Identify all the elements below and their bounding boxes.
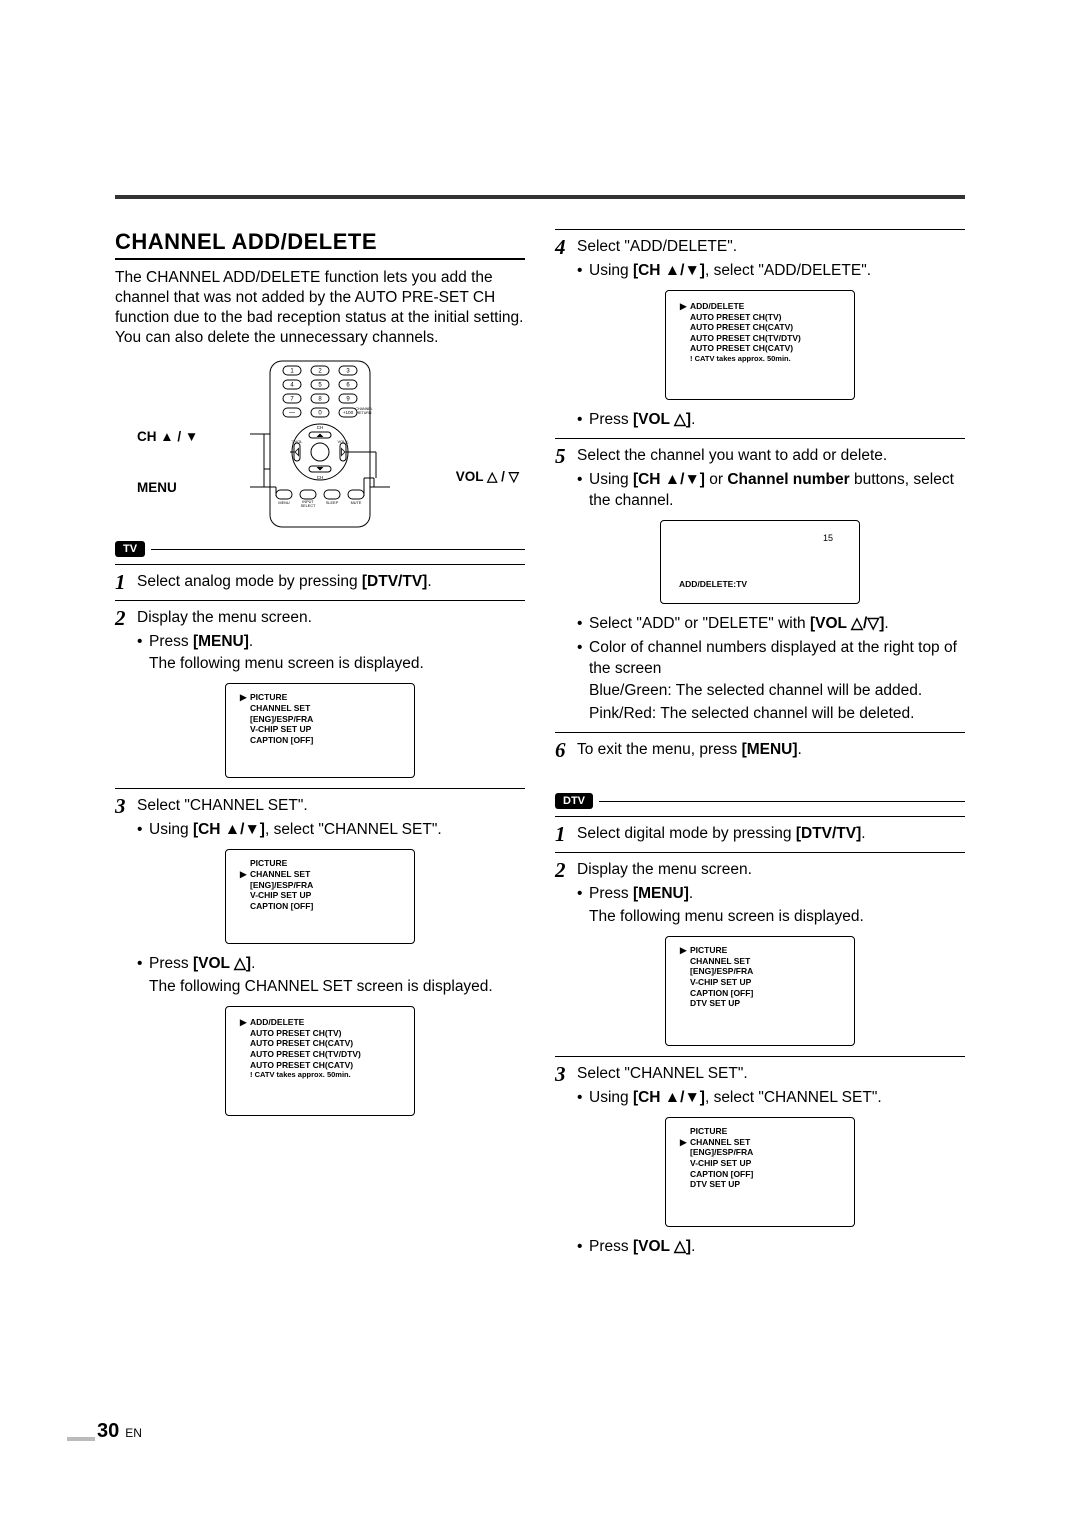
tv-step-4: 4 Select "ADD/DELETE". xyxy=(555,235,965,258)
keycap-vol-up: [VOL △] xyxy=(193,955,251,972)
step-text: Select the channel you want to add or de… xyxy=(577,446,965,467)
osd-menu-dtv: ▶PICTURE CHANNEL SET [ENG]/ESP/FRA V-CHI… xyxy=(665,936,855,1046)
dtv-mode-badge: DTV xyxy=(555,793,593,809)
svg-text:VOL△: VOL△ xyxy=(337,439,349,444)
keycap-vol-up-down: [VOL △/▽] xyxy=(810,615,884,632)
tv-step-6: 6 To exit the menu, press [MENU]. xyxy=(555,738,965,761)
step-number: 6 xyxy=(555,740,577,761)
step-subtext: The following menu screen is displayed. xyxy=(589,907,965,928)
label-menu: MENU xyxy=(137,480,177,495)
osd-label: ADD/DELETE:TV xyxy=(679,579,747,589)
page-number-bar xyxy=(67,1437,95,1441)
page-lang: EN xyxy=(125,1426,142,1440)
svg-text:▽VOL: ▽VOL xyxy=(291,439,303,444)
step-subtext: Pink/Red: The selected channel will be d… xyxy=(589,704,965,725)
step-number: 1 xyxy=(555,824,577,845)
step-number: 4 xyxy=(555,237,577,258)
tv-step-3-sub2: •Press [VOL △]. xyxy=(137,954,525,975)
step-number: 1 xyxy=(115,572,137,593)
osd-menu-dtv-channelset: PICTURE ▶CHANNEL SET [ENG]/ESP/FRA V-CHI… xyxy=(665,1117,855,1227)
keycap-menu: [MENU] xyxy=(742,741,798,758)
page-number-value: 30 xyxy=(97,1420,119,1443)
osd-menu-tv: ▶PICTURE CHANNEL SET [ENG]/ESP/FRA V-CHI… xyxy=(225,683,415,778)
step-text: Select "CHANNEL SET". xyxy=(577,1064,965,1085)
tv-step-3-sub1: •Using [CH ▲/▼], select "CHANNEL SET". xyxy=(137,820,525,841)
step-number: 3 xyxy=(115,796,137,817)
remote-svg: 1 2 3 4 5 6 7 8 9 — 0 +100 CHANNEL RE xyxy=(250,360,390,528)
osd-menu-tv-channelset: PICTURE ▶CHANNEL SET [ENG]/ESP/FRA V-CHI… xyxy=(225,849,415,944)
svg-text:+100: +100 xyxy=(343,410,354,415)
svg-text:CH: CH xyxy=(317,425,324,430)
page-content: CHANNEL ADD/DELETE The CHANNEL ADD/DELET… xyxy=(115,195,965,1260)
label-vol-up-down: VOL △ / ▽ xyxy=(456,469,519,485)
intro-paragraph: The CHANNEL ADD/DELETE function lets you… xyxy=(115,268,525,349)
step-subtext: The following menu screen is displayed. xyxy=(149,654,525,675)
keycap-dtv-tv: [DTV/TV] xyxy=(362,573,427,590)
tv-step-4-sub2: •Press [VOL △]. xyxy=(577,410,965,431)
left-column: CHANNEL ADD/DELETE The CHANNEL ADD/DELET… xyxy=(115,229,525,1260)
tv-step-5-sub2: •Select "ADD" or "DELETE" with [VOL △/▽]… xyxy=(577,614,965,635)
step-rule xyxy=(115,564,525,565)
tv-step-5: 5 Select the channel you want to add or … xyxy=(555,444,965,467)
keycap-ch-arrows: [CH ▲/▼] xyxy=(193,821,265,838)
step-number: 2 xyxy=(115,608,137,629)
dtv-step-2-sub1: •Press [MENU]. xyxy=(577,884,965,905)
step-subtext: The following CHANNEL SET screen is disp… xyxy=(149,977,525,998)
keycap-ch-arrows: [CH ▲/▼] xyxy=(633,262,705,279)
dtv-step-1: 1 Select digital mode by pressing [DTV/T… xyxy=(555,822,965,845)
svg-text:CH: CH xyxy=(317,475,324,480)
tv-mode-badge: TV xyxy=(115,541,145,557)
tv-step-3: 3 Select "CHANNEL SET". xyxy=(115,794,525,817)
step-number: 3 xyxy=(555,1064,577,1085)
tv-step-4-sub1: •Using [CH ▲/▼], select "ADD/DELETE". xyxy=(577,261,965,282)
step-number: 5 xyxy=(555,446,577,467)
svg-text:SLEEP: SLEEP xyxy=(326,501,339,505)
step-text: Display the menu screen. xyxy=(577,860,965,881)
remote-illustration: CH ▲ / ▼ MENU VOL △ / ▽ 1 2 3 4 5 6 7 8 xyxy=(115,359,525,529)
osd-channelset-tv-2: ▶ADD/DELETE AUTO PRESET CH(TV) AUTO PRES… xyxy=(665,290,855,400)
step-text: Select analog mode by pressing xyxy=(137,573,362,590)
section-title: CHANNEL ADD/DELETE xyxy=(115,229,525,260)
tv-step-5-sub3: •Color of channel numbers displayed at t… xyxy=(577,638,965,680)
label-ch-up-down: CH ▲ / ▼ xyxy=(137,429,198,444)
keycap-vol-up: [VOL △] xyxy=(633,411,691,428)
page-number: 30 EN xyxy=(67,1420,142,1443)
keycap-channel-number: Channel number xyxy=(727,471,849,488)
badge-line xyxy=(151,549,525,550)
step-text: Select "CHANNEL SET". xyxy=(137,796,525,817)
dtv-step-3-sub2: •Press [VOL △]. xyxy=(577,1237,965,1258)
step-text: Display the menu screen. xyxy=(137,608,525,629)
osd-channelset-tv: ▶ADD/DELETE AUTO PRESET CH(TV) AUTO PRES… xyxy=(225,1006,415,1116)
tv-step-5-sub1: •Using [CH ▲/▼] or Channel number button… xyxy=(577,470,965,512)
keycap-vol-up: [VOL △] xyxy=(633,1238,691,1255)
keycap-ch-arrows: [CH ▲/▼] xyxy=(633,1089,705,1106)
keycap-ch-arrows: [CH ▲/▼] xyxy=(633,471,705,488)
right-column: 4 Select "ADD/DELETE". •Using [CH ▲/▼], … xyxy=(555,229,965,1260)
svg-text:—: — xyxy=(289,410,295,416)
tv-step-2: 2 Display the menu screen. xyxy=(115,606,525,629)
step-text: Select "ADD/DELETE". xyxy=(577,237,965,258)
osd-add-delete-tv: 15 ADD/DELETE:TV xyxy=(660,520,860,604)
step-subtext: Blue/Green: The selected channel will be… xyxy=(589,681,965,702)
dtv-step-3-sub1: •Using [CH ▲/▼], select "CHANNEL SET". xyxy=(577,1088,965,1109)
dtv-step-3: 3 Select "CHANNEL SET". xyxy=(555,1062,965,1085)
tv-badge-row: TV xyxy=(115,541,525,557)
svg-text:MUTE: MUTE xyxy=(351,501,362,505)
svg-text:SELECT: SELECT xyxy=(301,504,316,508)
step-number: 2 xyxy=(555,860,577,881)
tv-step-1: 1 Select analog mode by pressing [DTV/TV… xyxy=(115,570,525,593)
dtv-step-2: 2 Display the menu screen. xyxy=(555,858,965,881)
tv-step-2-sub1: •Press [MENU]. xyxy=(137,632,525,653)
keycap-dtv-tv: [DTV/TV] xyxy=(796,825,861,842)
osd-channel-number: 15 xyxy=(823,533,833,543)
keycap-menu: [MENU] xyxy=(633,885,689,902)
svg-text:RETURN: RETURN xyxy=(357,411,372,415)
badge-line xyxy=(599,801,965,802)
svg-text:MENU: MENU xyxy=(278,501,289,505)
dtv-badge-row: DTV xyxy=(555,793,965,809)
keycap-menu: [MENU] xyxy=(193,633,249,650)
